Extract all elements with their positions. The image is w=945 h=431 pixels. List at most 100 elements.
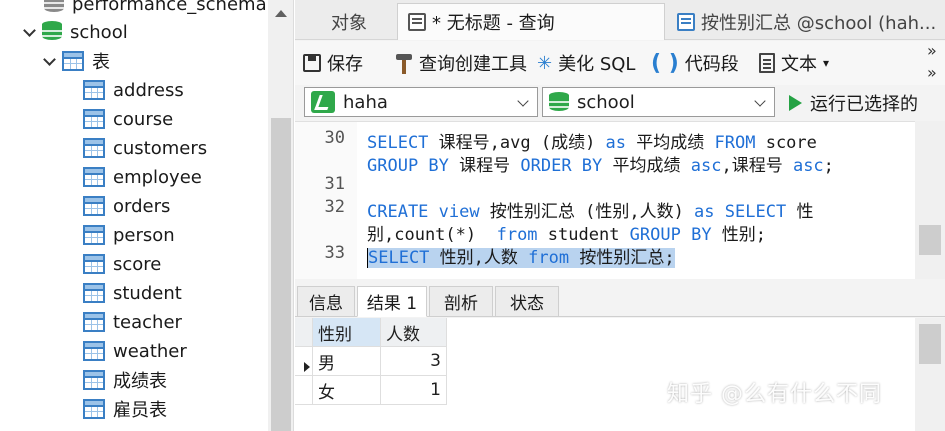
tree-table-item[interactable]: orders <box>83 192 170 220</box>
sql-keyword: ORDER BY <box>520 156 603 176</box>
tree-table-item[interactable]: 成绩表 <box>83 366 167 394</box>
line-number: 32 <box>324 197 345 217</box>
table-cell[interactable]: 3 <box>381 347 447 376</box>
tree-db-performance-schema[interactable]: performance_schema <box>44 0 267 18</box>
tab-profile[interactable]: 剖析 <box>429 286 493 317</box>
sql-keyword: GROUP BY <box>629 225 712 245</box>
sql-text: ,课程号 <box>721 156 793 176</box>
table-icon <box>83 196 105 216</box>
row-header-corner <box>295 318 313 347</box>
sql-text: 按性别汇总 (性别,人数) <box>479 202 695 222</box>
chevron-down-icon[interactable] <box>754 95 766 107</box>
tree-table-label: 成绩表 <box>113 371 167 392</box>
tree-scrollbar-thumb[interactable] <box>271 118 291 431</box>
code-line[interactable]: 别,count(*) from student GROUP BY 性别; <box>367 220 766 245</box>
row-header[interactable] <box>295 376 313 405</box>
table-cell[interactable]: 男 <box>313 347 381 376</box>
code-snippet-button[interactable]: ( ) 代码段 <box>651 48 739 78</box>
selector-bar: haha school 运行已选择的 <box>295 86 945 120</box>
table-icon <box>83 283 105 303</box>
editor-scrollbar[interactable] <box>915 121 945 279</box>
tree-table-item[interactable]: course <box>83 105 173 133</box>
sql-keyword: as <box>694 202 715 222</box>
chevron-down-icon[interactable] <box>42 53 58 69</box>
chevron-down-icon[interactable] <box>22 24 38 40</box>
tab-label: 对象 <box>331 12 367 34</box>
tab-view-gender-summary[interactable]: 按性别汇总 @school (hah... <box>667 3 945 40</box>
tree-table-label: person <box>113 224 175 246</box>
tree-table-item[interactable]: weather <box>83 337 187 365</box>
connection-select[interactable]: haha <box>304 87 538 117</box>
code-line[interactable]: SELECT 性别,人数 from 按性别汇总; <box>367 243 675 268</box>
tree-table-item[interactable]: score <box>83 250 161 278</box>
save-button[interactable]: 保存 <box>303 48 363 78</box>
query-editor-window: 对象 * 无标题 - 查询 按性别汇总 @school (hah... 保存 查… <box>295 0 945 431</box>
save-label: 保存 <box>327 54 363 75</box>
run-selected-button[interactable]: 运行已选择的 <box>789 88 918 118</box>
tree-table-item[interactable]: student <box>83 279 182 307</box>
grid-scrollbar[interactable] <box>915 318 945 431</box>
sql-text: score <box>755 133 817 153</box>
database-select[interactable]: school <box>542 87 775 117</box>
sql-text: 别,count(*) <box>367 225 497 245</box>
beautify-sql-button[interactable]: ✳ 美化 SQL <box>537 48 635 78</box>
scroll-up-arrow-icon[interactable] <box>275 10 287 17</box>
tree-table-item[interactable]: employee <box>83 163 202 191</box>
beautify-label: 美化 SQL <box>558 54 636 75</box>
table-icon <box>83 370 105 390</box>
line-number: 30 <box>324 128 345 148</box>
table-cell[interactable]: 女 <box>313 376 381 405</box>
code-line[interactable]: SELECT 课程号,avg (成绩) as 平均成绩 FROM score <box>367 128 817 153</box>
tab-objects[interactable]: 对象 <box>295 3 395 40</box>
sql-keyword: FROM <box>714 133 756 153</box>
chevron-down-icon[interactable] <box>517 95 529 107</box>
column-header-count[interactable]: 人数 <box>381 318 447 347</box>
cell-value: 3 <box>430 351 441 371</box>
database-value: school <box>577 91 635 113</box>
editor-scrollbar-thumb[interactable] <box>919 225 941 255</box>
code-text: SELECT 课程号,avg (成绩) as 平均成绩 FROM score <box>367 133 817 153</box>
tree-db-label: school <box>70 21 128 43</box>
code-line[interactable]: CREATE view 按性别汇总 (性别,人数) as SELECT 性 <box>367 197 813 222</box>
tab-result-1[interactable]: 结果 1 <box>357 286 427 317</box>
tab-label: * 无标题 - 查询 <box>432 13 555 34</box>
sql-text: ; <box>823 156 834 176</box>
tree-group-label: 表 <box>92 52 110 73</box>
table-cell[interactable]: 1 <box>381 376 447 405</box>
sql-text: 平均成绩 <box>602 156 691 176</box>
table-icon <box>83 312 105 332</box>
toolbar-overflow-icon[interactable]: » <box>927 41 937 60</box>
tab-label: 信息 <box>309 294 343 314</box>
cell-value: 女 <box>318 382 335 403</box>
tree-tables-group[interactable]: 表 <box>42 47 110 75</box>
tree-table-label: weather <box>113 340 187 362</box>
play-icon <box>789 95 802 111</box>
tree-table-item[interactable]: address <box>83 76 184 104</box>
dropdown-arrow-icon[interactable]: ▾ <box>823 56 829 70</box>
code-text: CREATE view 按性别汇总 (性别,人数) as SELECT 性 <box>367 202 813 222</box>
run-selected-label: 运行已选择的 <box>810 94 918 115</box>
code-line[interactable]: GROUP BY 课程号 ORDER BY 平均成绩 asc,课程号 asc; <box>367 151 834 176</box>
tree-table-label: orders <box>113 195 171 217</box>
line-number: 33 <box>324 243 345 263</box>
database-icon <box>44 0 64 15</box>
tab-info[interactable]: 信息 <box>297 286 355 317</box>
tree-scrollbar[interactable] <box>268 0 294 431</box>
grid-scrollbar-thumb[interactable] <box>919 324 941 364</box>
column-header-gender[interactable]: 性别 <box>313 318 381 347</box>
result-grid[interactable]: 性别 人数 男 3 女 1 <box>295 318 915 431</box>
tree-table-item[interactable]: person <box>83 221 175 249</box>
tree-table-item[interactable]: customers <box>83 134 207 162</box>
tree-db-school[interactable]: school <box>22 18 128 46</box>
tab-untitled-query[interactable]: * 无标题 - 查询 <box>397 3 665 40</box>
tree-table-item[interactable]: teacher <box>83 308 182 336</box>
tab-status[interactable]: 状态 <box>495 286 559 317</box>
toolbar: 保存 查询创建工具 ✳ 美化 SQL ( ) 代码段 文本 ▾ » » <box>295 41 945 85</box>
tree-table-item[interactable]: 雇员表 <box>83 395 167 423</box>
tree-table-label: student <box>113 282 182 304</box>
sql-keyword: view <box>438 202 480 222</box>
text-button[interactable]: 文本 ▾ <box>759 48 829 78</box>
toolbar-overflow-icon[interactable]: » <box>927 63 937 82</box>
sql-editor[interactable]: 30 31 32 33 SELECT 课程号,avg (成绩) as 平均成绩 FRO… <box>295 121 915 279</box>
query-builder-button[interactable]: 查询创建工具 <box>395 48 527 78</box>
